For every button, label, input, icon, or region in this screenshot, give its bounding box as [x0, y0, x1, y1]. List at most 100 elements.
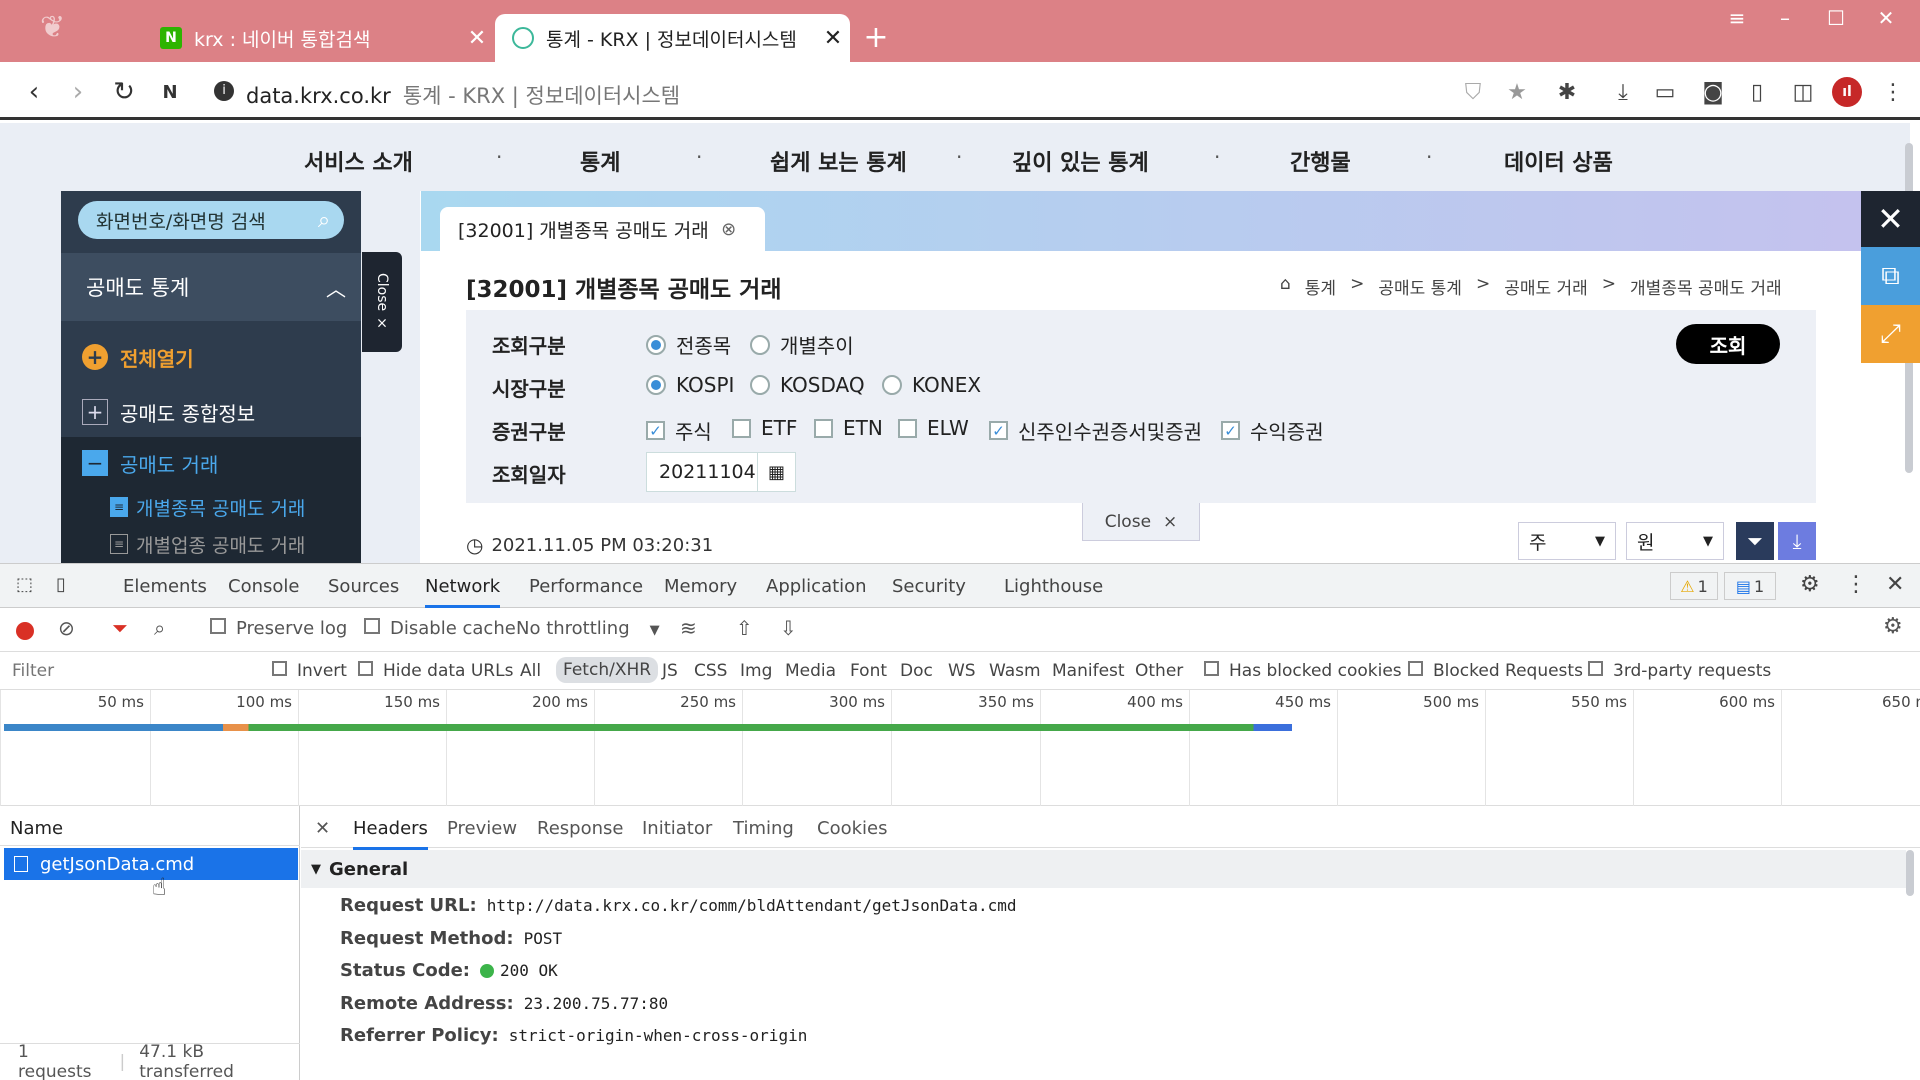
download-icon[interactable]: ⤓ — [1778, 522, 1816, 560]
detail-tab-headers[interactable]: Headers — [353, 818, 428, 850]
maximize-icon[interactable]: ☐ — [1816, 6, 1856, 30]
checkbox-etn[interactable]: ETN — [814, 416, 883, 440]
checkbox-stock[interactable]: ✓ 주식 — [646, 416, 712, 445]
tree-subitem-stock[interactable]: ≡ 개별종목 공매도 거래 — [61, 489, 361, 525]
detail-tab-response[interactable]: Response — [537, 818, 623, 839]
tab-close-button[interactable]: ✕ — [460, 26, 494, 51]
record-icon[interactable] — [16, 622, 34, 640]
throttling-select[interactable]: No throttling ▼ — [516, 618, 660, 639]
warning-badge[interactable]: ⚠ 1 — [1670, 572, 1718, 600]
download-icon[interactable]: ⤓ — [1606, 76, 1640, 108]
menu-publications[interactable]: 간행물 — [1290, 145, 1351, 177]
extensions-icon[interactable]: ✱ — [1550, 76, 1584, 108]
detail-tab-preview[interactable]: Preview — [447, 818, 517, 839]
radio-all-stocks[interactable]: 전종목 — [646, 330, 731, 359]
blocked-cookies-checkbox[interactable]: Has blocked cookies — [1204, 661, 1402, 681]
detail-tab-initiator[interactable]: Initiator — [642, 818, 712, 839]
back-icon[interactable]: ‹ — [16, 74, 52, 110]
reload-icon[interactable]: ↻ — [106, 74, 142, 110]
search-icon[interactable]: ⌕ — [304, 208, 344, 233]
filter-input[interactable] — [6, 658, 252, 684]
type-filter-fetch-xhr[interactable]: Fetch/XHR — [556, 657, 659, 683]
screen-search-box[interactable]: 화면번호/화면명 검색 ⌕ — [78, 201, 344, 239]
radio-individual-trend[interactable]: 개별추이 — [750, 330, 854, 359]
url-field[interactable]: data.krx.co.kr 통계 - KRX | 정보데이터시스템 — [246, 80, 680, 110]
close-icon[interactable]: ✕ — [1861, 191, 1920, 247]
request-row[interactable]: getJsonData.cmd — [4, 848, 298, 880]
devtools-tab-security[interactable]: Security — [892, 576, 966, 597]
devtools-tab-elements[interactable]: Elements — [123, 576, 207, 597]
menu-lines-icon[interactable]: ≡ — [1717, 6, 1757, 30]
checkbox-etf[interactable]: ETF — [732, 416, 797, 440]
camera-icon[interactable]: ◙ — [1696, 76, 1730, 108]
type-filter-doc[interactable]: Doc — [900, 661, 933, 681]
calendar-icon[interactable]: ▦ — [757, 453, 795, 491]
content-tab[interactable]: [32001] 개별종목 공매도 거래 ⊗ — [440, 207, 765, 251]
tab-krx[interactable]: 통계 - KRX | 정보데이터시스템 ✕ — [495, 14, 850, 62]
sidebar-icon[interactable]: ▯ — [1740, 76, 1774, 108]
breadcrumb-item[interactable]: 통계 — [1305, 274, 1336, 299]
disable-cache-checkbox[interactable]: Disable cache — [364, 618, 516, 639]
panel-header[interactable]: 공매도 통계 ︿ — [61, 253, 361, 321]
close-detail-icon[interactable]: ✕ — [315, 818, 330, 839]
general-section-header[interactable]: ▼ General — [301, 850, 1906, 888]
share-unit-select[interactable]: 주 ▼ — [1518, 522, 1616, 560]
invert-checkbox[interactable]: Invert — [272, 661, 347, 681]
minimize-icon[interactable]: – — [1765, 6, 1805, 30]
radio-kosdaq[interactable]: KOSDAQ — [750, 373, 865, 397]
devtools-tab-sources[interactable]: Sources — [328, 576, 399, 597]
tree-item-overview[interactable]: + 공매도 종합정보 — [61, 385, 361, 439]
close-icon[interactable]: ⊗ — [709, 219, 749, 240]
radio-kospi[interactable]: KOSPI — [646, 373, 734, 397]
devtools-tab-lighthouse[interactable]: Lighthouse — [1004, 576, 1103, 597]
currency-unit-select[interactable]: 원 ▼ — [1626, 522, 1724, 560]
breadcrumb-item[interactable]: 공매도 통계 — [1378, 274, 1462, 299]
third-party-checkbox[interactable]: 3rd-party requests — [1588, 661, 1771, 681]
home-icon[interactable]: ⌂ — [1280, 274, 1291, 299]
devtools-tab-network[interactable]: Network — [425, 576, 501, 608]
devtools-tab-application[interactable]: Application — [766, 576, 867, 597]
type-filter-font[interactable]: Font — [850, 661, 887, 681]
settings-icon[interactable]: ⚙ — [1800, 572, 1820, 597]
type-filter-all[interactable]: All — [520, 661, 541, 681]
expand-all-button[interactable]: + 전체열기 — [61, 330, 361, 384]
breadcrumb-item[interactable]: 공매도 거래 — [1504, 274, 1588, 299]
detail-tab-timing[interactable]: Timing — [733, 818, 794, 839]
window-icon[interactable]: ⧉ — [1861, 247, 1920, 305]
message-badge[interactable]: ▤ 1 — [1724, 572, 1776, 600]
checkbox-elw[interactable]: ELW — [898, 416, 969, 440]
more-menu-icon[interactable]: ⋮ — [1876, 76, 1910, 108]
type-filter-ws[interactable]: WS — [948, 661, 976, 681]
inspect-icon[interactable]: ⬚ — [16, 574, 33, 595]
tab-close-button[interactable]: ✕ — [816, 26, 850, 51]
search-icon[interactable]: ⌕ — [154, 616, 165, 640]
type-filter-other[interactable]: Other — [1135, 661, 1183, 681]
clear-icon[interactable]: ⊘ — [58, 616, 75, 640]
tree-item-short-trading[interactable]: − 공매도 거래 — [61, 437, 361, 489]
download-har-icon[interactable]: ⇩ — [780, 616, 797, 640]
checkbox-beneficiary[interactable]: ✓ 수익증권 — [1221, 416, 1324, 445]
home-icon[interactable]: N — [152, 74, 188, 110]
info-icon[interactable]: i — [214, 81, 234, 101]
filter-icon[interactable]: ⏷ — [1736, 522, 1774, 560]
name-column-header[interactable]: Name — [0, 806, 300, 846]
tab-naver[interactable]: N krx : 네이버 통합검색 ✕ — [143, 14, 494, 62]
form-close-button[interactable]: Close × — [1082, 503, 1200, 541]
checkbox-warrant[interactable]: ✓ 신주인수권증서및증권 — [989, 416, 1202, 445]
network-timeline[interactable]: 50 ms 100 ms 150 ms 200 ms 250 ms 300 ms… — [0, 690, 1920, 806]
type-filter-css[interactable]: CSS — [694, 661, 727, 681]
new-tab-button[interactable]: + — [858, 20, 894, 55]
type-filter-img[interactable]: Img — [740, 661, 772, 681]
devtools-tab-console[interactable]: Console — [228, 576, 299, 597]
breadcrumb-item[interactable]: 개별종목 공매도 거래 — [1630, 274, 1782, 299]
close-window-icon[interactable]: ✕ — [1866, 6, 1906, 30]
devtools-tab-performance[interactable]: Performance — [529, 576, 643, 597]
detail-tab-cookies[interactable]: Cookies — [817, 818, 887, 839]
close-devtools-icon[interactable]: ✕ — [1886, 572, 1904, 597]
network-settings-icon[interactable]: ⚙ — [1883, 614, 1903, 639]
split-view-icon[interactable]: ◫ — [1786, 76, 1820, 108]
menu-data-products[interactable]: 데이터 상품 — [1504, 145, 1613, 177]
star-icon[interactable]: ★ — [1500, 76, 1534, 108]
type-filter-media[interactable]: Media — [785, 661, 836, 681]
expand-icon[interactable]: ⤢ — [1861, 305, 1920, 363]
